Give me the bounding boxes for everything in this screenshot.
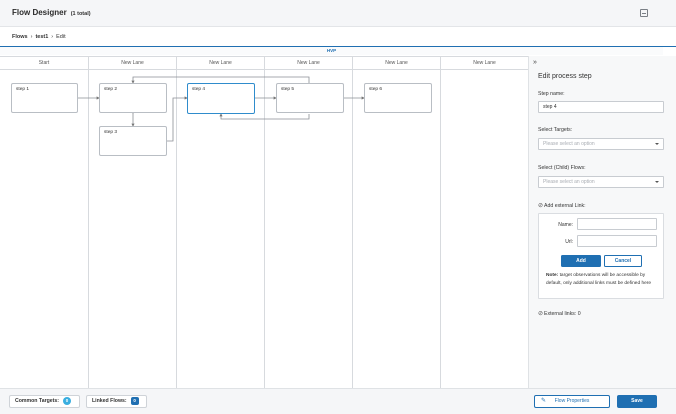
common-targets-pill[interactable]: Common Targets: 0: [9, 395, 80, 408]
child-flows-label: Select (Child) Flows:: [538, 165, 586, 171]
flow-properties-button[interactable]: ✎ Flow Properties: [534, 395, 610, 408]
breadcrumb: Flows › test1 › Edit: [12, 34, 66, 40]
paperclip-icon: ⊘: [538, 311, 544, 317]
flow-count: (1 total): [70, 11, 91, 17]
child-flows-placeholder: Please select an option: [543, 179, 595, 185]
link-name-input[interactable]: [577, 218, 657, 230]
link-note: Note: target observations will be access…: [546, 273, 652, 286]
breadcrumb-flow[interactable]: test1: [35, 34, 48, 40]
targets-placeholder: Please select an option: [543, 141, 595, 147]
save-icon[interactable]: [640, 9, 648, 17]
edit-step-panel: » Edit process step Step name: step 4 Se…: [528, 56, 676, 388]
linked-flows-badge: 0: [130, 397, 139, 405]
save-button[interactable]: Save: [617, 395, 657, 408]
connector-step5-step4: [219, 113, 310, 120]
targets-label: Select Targets:: [538, 127, 573, 133]
add-link-button[interactable]: Add: [561, 255, 601, 267]
breadcrumb-current: Edit: [56, 34, 66, 40]
connector-step3-step4: [167, 96, 188, 142]
child-flows-select[interactable]: Please select an option: [538, 176, 664, 188]
connectors: [74, 76, 365, 142]
cancel-link-button[interactable]: Cancel: [604, 255, 642, 267]
link-url-label: Url:: [565, 239, 573, 245]
double-chevron-right-icon[interactable]: »: [533, 59, 537, 66]
link-url-input[interactable]: [577, 235, 657, 247]
chevron-down-icon: [655, 181, 659, 183]
step-name-input[interactable]: step 4: [538, 101, 664, 113]
step-box[interactable]: step 5: [276, 83, 344, 113]
link-name-label: Name:: [558, 222, 573, 228]
linked-flows-pill[interactable]: Linked Flows: 0: [86, 395, 147, 408]
external-link-form: Name: Url: Add Cancel Note: target obser…: [538, 213, 664, 299]
pool-edge: [663, 46, 676, 55]
app-header: Flow Designer (1 total): [0, 0, 676, 27]
external-link-label: ⊘Add external Link:: [538, 203, 586, 209]
step-box[interactable]: step 3: [99, 126, 167, 156]
step-name-label: Step name:: [538, 91, 565, 97]
panel-title: Edit process step: [538, 73, 592, 80]
step-box[interactable]: step 6: [364, 83, 432, 113]
breadcrumb-flows[interactable]: Flows: [12, 34, 28, 40]
step-box[interactable]: step 2: [99, 83, 167, 113]
footer-bar: Common Targets: 0 Linked Flows: 0 ✎ Flow Pr…: [0, 388, 676, 414]
pencil-icon: ✎: [541, 398, 547, 404]
flow-canvas[interactable]: Start New Lane New Lane New Lane New Lan…: [0, 56, 528, 389]
pool-title: HVP: [0, 46, 663, 55]
page-title: Flow Designer (1 total): [12, 8, 91, 17]
paperclip-icon: ⊘: [538, 203, 544, 209]
chevron-down-icon: [655, 143, 659, 145]
targets-select[interactable]: Please select an option: [538, 138, 664, 150]
step-box[interactable]: step 1: [11, 83, 78, 113]
common-targets-badge: 0: [63, 397, 71, 405]
external-links-count: ⊘External links: 0: [538, 311, 581, 317]
step-box-selected[interactable]: step 4: [187, 83, 255, 114]
